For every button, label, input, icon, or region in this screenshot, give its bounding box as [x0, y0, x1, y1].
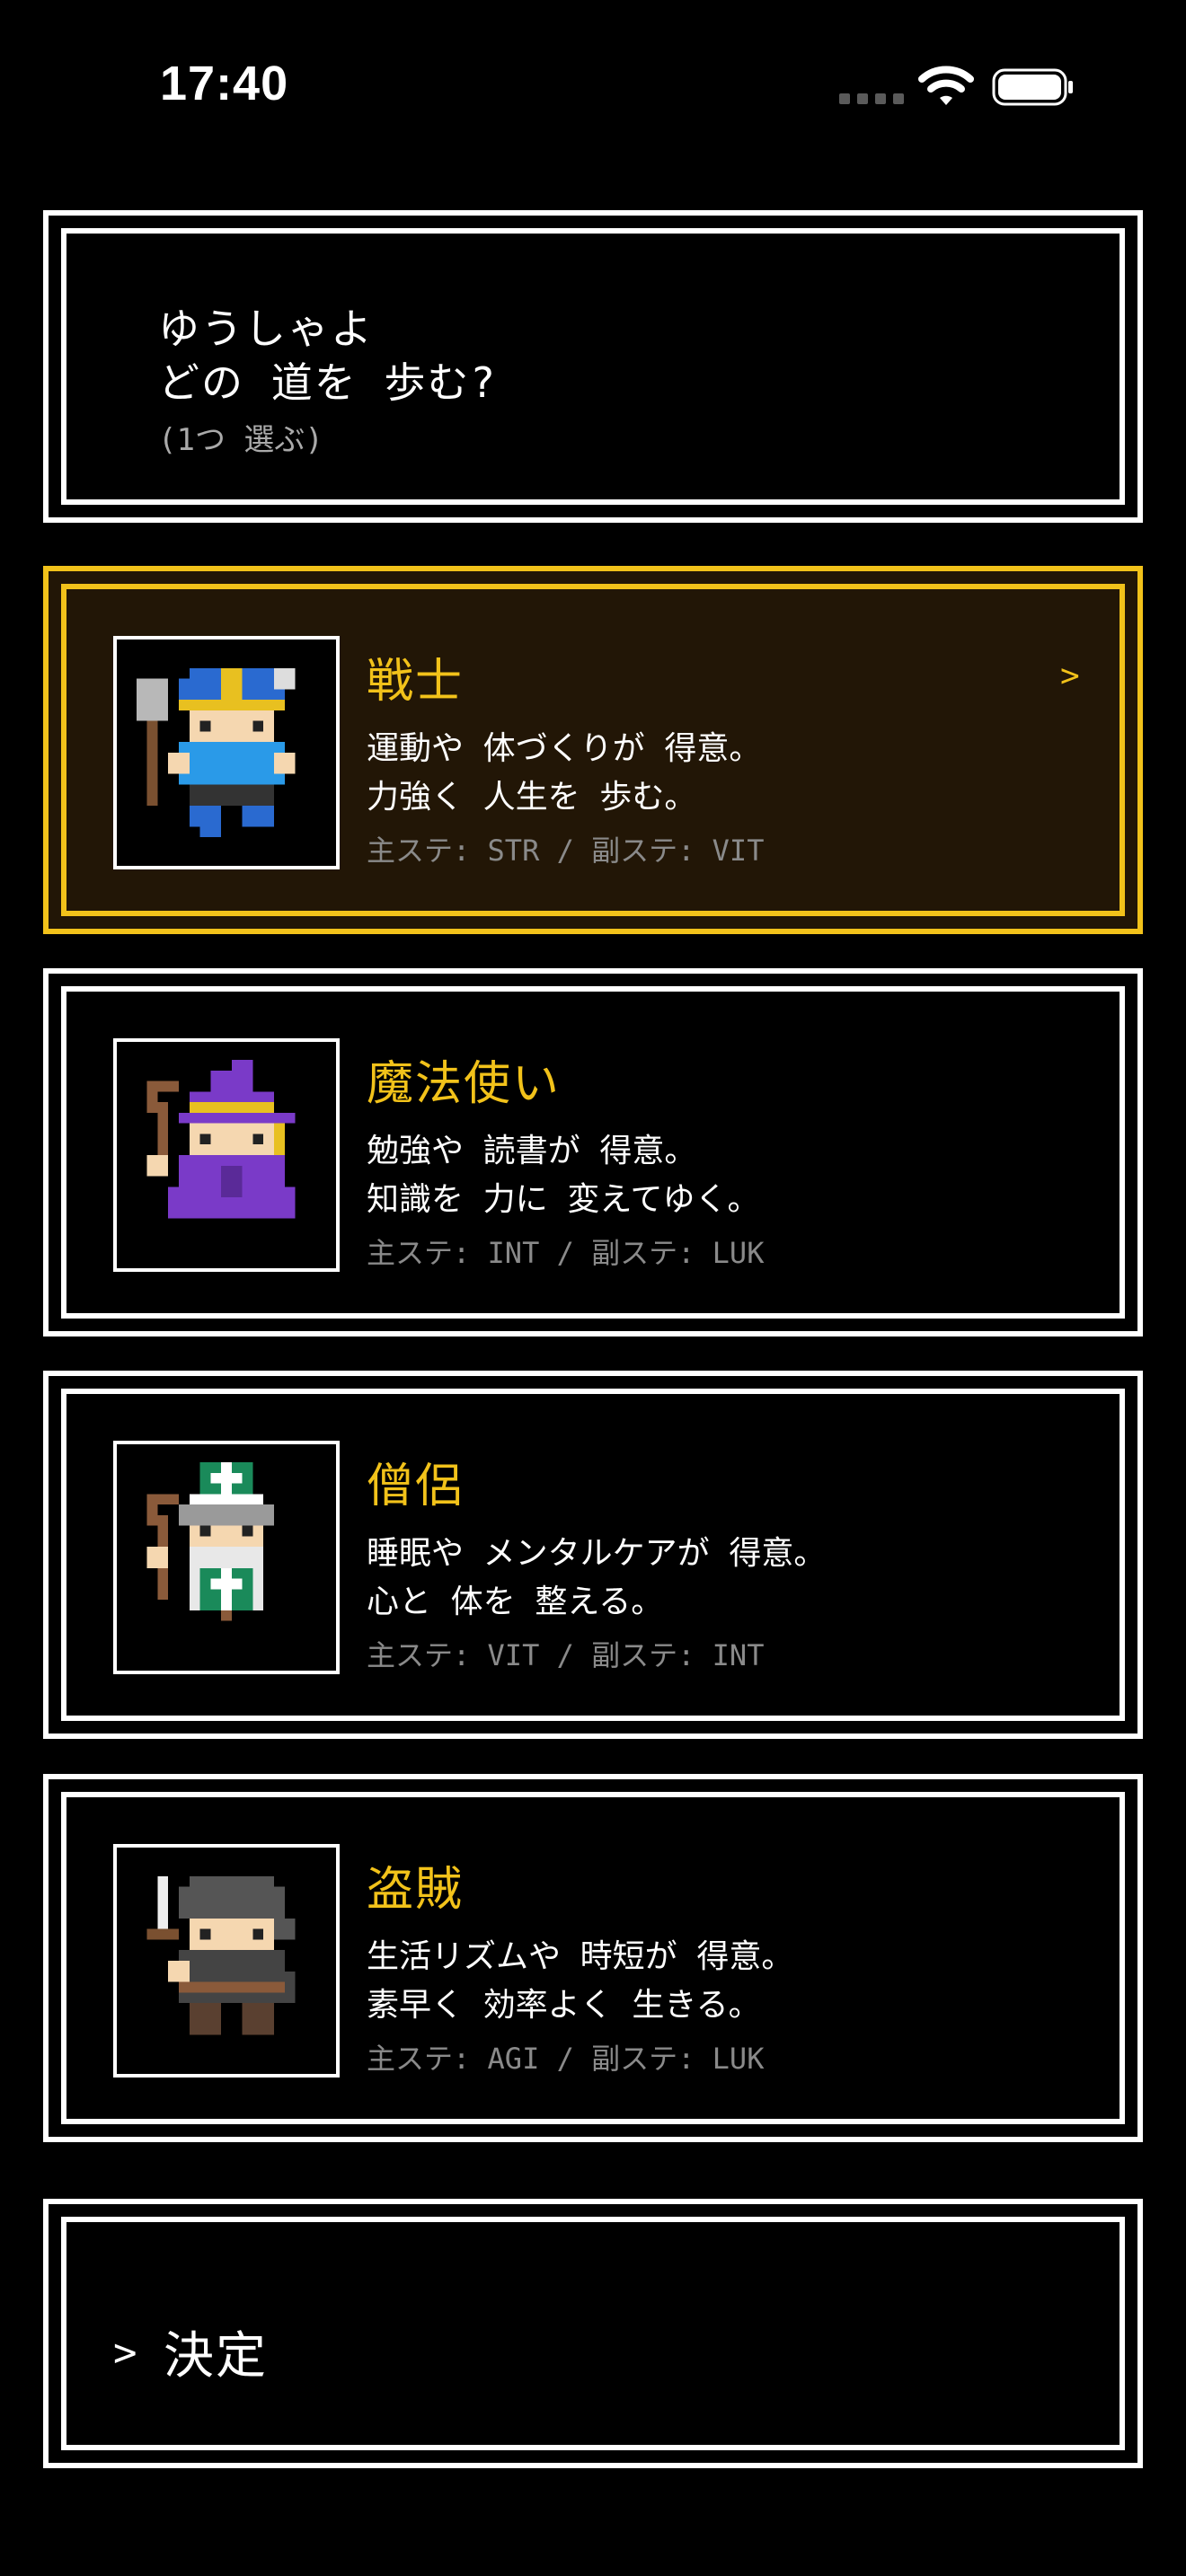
class-description-2: 力強く 人生を 歩む。	[367, 779, 697, 816]
class-description-1: 生活リズムや 時短が 得意。	[367, 1938, 794, 1975]
class-description-2: 知識を 力に 変えてゆく。	[367, 1181, 760, 1218]
chevron-right-icon: >	[1060, 657, 1080, 694]
battery-icon	[992, 68, 1073, 106]
class-card-mage[interactable]: 魔法使い 勉強や 読書が 得意。 知識を 力に 変えてゆく。 主ステ: INT …	[43, 968, 1143, 1337]
class-name: 盗賊	[367, 1863, 465, 1917]
priest-sprite-icon	[146, 1462, 274, 1621]
warrior-portrait	[113, 636, 340, 869]
confirm-label: 決定	[164, 2327, 268, 2386]
thief-portrait	[113, 1844, 340, 2078]
mage-sprite-icon	[146, 1060, 296, 1219]
class-name: 僧侶	[367, 1460, 465, 1513]
mage-portrait	[113, 1038, 340, 1272]
warrior-sprite-icon	[136, 667, 296, 838]
class-stats: 主ステ: AGI / 副ステ: LUK	[367, 2042, 765, 2076]
class-name: 戦士	[367, 655, 465, 709]
class-name: 魔法使い	[367, 1057, 562, 1111]
class-description-2: 心と 体を 整える。	[367, 1584, 664, 1620]
class-description-1: 勉強や 読書が 得意。	[367, 1133, 697, 1169]
cursor-caret-icon: >	[113, 2330, 137, 2376]
prompt-question: どの 道を 歩む?	[158, 358, 498, 407]
class-card-thief[interactable]: 盗賊 生活リズムや 時短が 得意。 素早く 効率よく 生きる。 主ステ: AGI…	[43, 1774, 1143, 2142]
class-card-priest[interactable]: 僧侶 睡眠や メンタルケアが 得意。 心と 体を 整える。 主ステ: VIT /…	[43, 1371, 1143, 1739]
cellular-signal-icon	[839, 93, 904, 104]
status-time: 17:40	[160, 57, 289, 110]
class-stats: 主ステ: STR / 副ステ: VIT	[367, 834, 765, 868]
class-stats: 主ステ: VIT / 副ステ: INT	[367, 1638, 765, 1672]
class-description-1: 運動や 体づくりが 得意。	[367, 730, 762, 767]
class-description-1: 睡眠や メンタルケアが 得意。	[367, 1535, 827, 1572]
thief-sprite-icon	[146, 1875, 296, 2035]
prompt-box: ゆうしゃよ どの 道を 歩む? (1つ 選ぶ)	[43, 210, 1143, 523]
priest-portrait	[113, 1441, 340, 1674]
class-stats: 主ステ: INT / 副ステ: LUK	[367, 1236, 765, 1270]
prompt-line-1: ゆうしゃよ	[158, 304, 374, 353]
confirm-button[interactable]: > 決定	[43, 2199, 1143, 2468]
class-card-warrior[interactable]: 戦士 > 運動や 体づくりが 得意。 力強く 人生を 歩む。 主ステ: STR …	[43, 566, 1143, 934]
prompt-note: (1つ 選ぶ)	[158, 422, 323, 458]
wifi-icon	[918, 66, 974, 105]
class-description-2: 素早く 効率よく 生きる。	[367, 1987, 761, 2024]
